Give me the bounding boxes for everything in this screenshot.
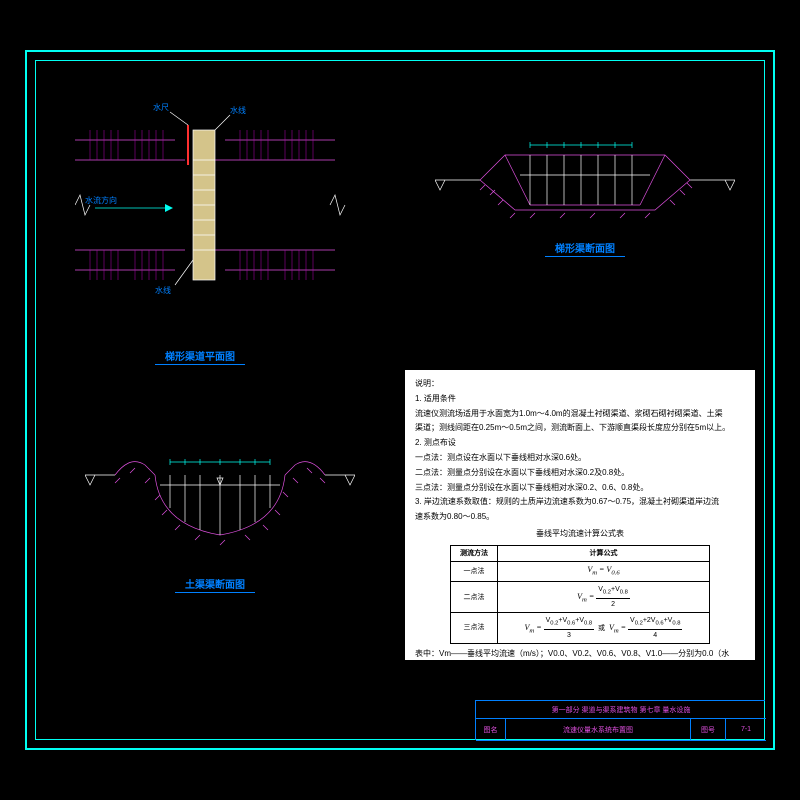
notes-s3: 3. 岸边流速系数取值：规则的土质岸边流速系数为0.67～0.75，混凝土衬砌渠…: [415, 496, 745, 509]
notes-s2b: 二点法：测量点分别设在水面以下垂线相对水深0.2及0.8处。: [415, 467, 745, 480]
footnote2: 0.2、0.6、0.8、1.0（渠底）相对水深处的测点流速（m/s）。: [415, 676, 745, 689]
table-title: 垂线平均流速计算公式表: [415, 528, 745, 541]
caption-plan: 梯形渠道平面图: [155, 348, 245, 365]
notes-s2: 2. 测点布设: [415, 437, 745, 450]
notes-s3a: 速系数为0.80～0.85。: [415, 511, 745, 524]
earth-section: [85, 430, 355, 570]
label-ruler: 水尺: [153, 102, 169, 113]
trap-section: [435, 110, 735, 240]
label-waterline2: 水线: [155, 285, 171, 296]
row1-formula: Vm = V0.6: [497, 561, 709, 581]
notes-s1b: 渠道；测线间距在0.25m～0.5m之间，测流断面上、下游顺直渠段长度应分别在5…: [415, 422, 745, 435]
formula-table: 测流方法计算公式 一点法 Vm = V0.6 二点法 Vm = V0.2+V0.…: [450, 545, 710, 644]
caption-earth: 土渠渠断面图: [175, 576, 255, 593]
row1-method: 一点法: [451, 561, 498, 581]
drawing-area: 水尺 水线 水流方向 水线 梯形渠道平面图 梯形渠断面图: [35, 60, 765, 740]
row3-method: 三点法: [451, 613, 498, 644]
caption-trap: 梯形渠断面图: [545, 240, 625, 257]
label-flowdir: 水流方向: [85, 195, 117, 206]
notes-heading: 说明：: [415, 378, 745, 391]
notes-s1a: 流速仪测流场适用于水面宽为1.0m～4.0m的混凝土衬砌渠道、浆砌石砌衬砌渠道、…: [415, 408, 745, 421]
titleblock-sheet: 7-1: [726, 719, 766, 741]
notes-box: 说明： 1. 适用条件 流速仪测流场适用于水面宽为1.0m～4.0m的混凝土衬砌…: [405, 370, 755, 660]
plan-view: [75, 100, 355, 330]
titleblock-name: 流速仪量水系统布置图: [506, 719, 691, 741]
th-formula: 计算公式: [497, 545, 709, 561]
row3-formula: Vm = V0.2+V0.6+V0.83 或 Vm = V0.2+2V0.6+V…: [497, 613, 709, 644]
titleblock-sheet-lbl: 图号: [691, 719, 726, 741]
footnote: 表中：Vm——垂线平均流速（m/s）；V0.0、V0.2、V0.6、V0.8、V…: [415, 648, 745, 674]
row2-method: 二点法: [451, 582, 498, 613]
th-method: 测流方法: [451, 545, 498, 561]
title-block: 第一部分 渠道与渠系建筑物 第七章 量水设施 图名 流速仪量水系统布置图 图号 …: [475, 700, 765, 740]
notes-s2a: 一点法：测点设在水面以下垂线相对水深0.6处。: [415, 452, 745, 465]
notes-s1: 1. 适用条件: [415, 393, 745, 406]
label-waterline: 水线: [230, 105, 246, 116]
notes-s2c: 三点法：测量点分别设在水面以下垂线相对水深0.2、0.6、0.8处。: [415, 482, 745, 495]
row2-formula: Vm = V0.2+V0.82: [497, 582, 709, 613]
titleblock-part: 第一部分 渠道与渠系建筑物 第七章 量水设施: [476, 701, 766, 719]
titleblock-name-lbl: 图名: [476, 719, 506, 741]
